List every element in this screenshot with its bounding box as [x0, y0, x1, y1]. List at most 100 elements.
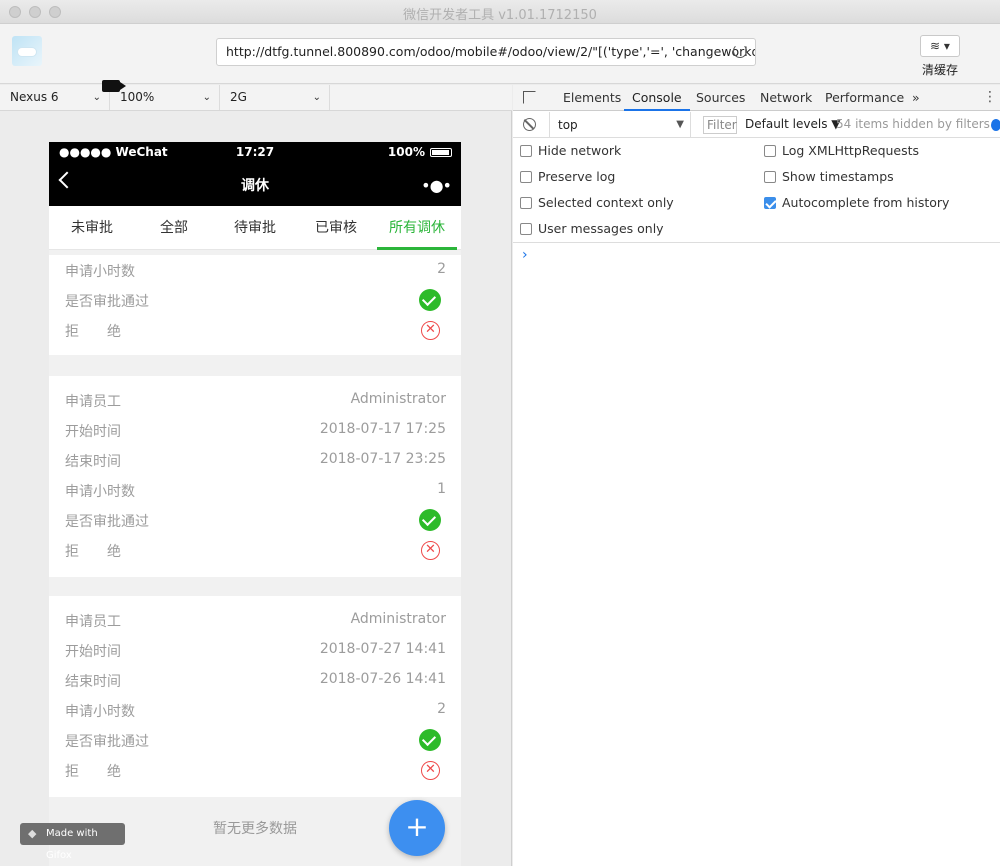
row-value: 2018-07-26 14:41 — [319, 671, 446, 687]
option-autocomplete[interactable]: Autocomplete from history — [764, 194, 949, 212]
gifox-watermark: Made with Gifox — [20, 823, 125, 861]
row-label: 结束时间 — [65, 454, 121, 470]
option-label: Selected context only — [538, 195, 674, 210]
checkbox[interactable] — [520, 223, 532, 235]
checkbox[interactable] — [764, 171, 776, 183]
card-row: 结束时间 2018-07-26 14:41 — [49, 665, 461, 695]
add-leave-button[interactable]: + — [389, 800, 445, 856]
card-row: 申请小时数 1 — [49, 475, 461, 505]
clear-cache-button[interactable]: 清缓存 — [912, 61, 968, 78]
context-select-value: top — [558, 118, 578, 132]
url-input[interactable]: http://dtfg.tunnel.800890.com/odoo/mobil… — [216, 38, 756, 66]
tab-all[interactable]: 全部 — [133, 206, 215, 250]
option-hide-network[interactable]: Hide network — [520, 142, 621, 160]
row-value: 2018-07-17 17:25 — [319, 421, 446, 437]
tab-console[interactable]: Console — [624, 85, 690, 111]
row-value: 2018-07-17 23:25 — [319, 451, 446, 467]
row-value: Administrator — [350, 391, 446, 407]
reject-circle-icon[interactable]: ✕ — [421, 761, 440, 780]
row-label: 申请小时数 — [65, 264, 135, 280]
card-row: 拒 绝 ✕ — [49, 755, 461, 785]
check-circle-icon — [419, 729, 441, 751]
option-label: Show timestamps — [782, 169, 894, 184]
option-label: Log XMLHttpRequests — [782, 143, 920, 158]
avatar[interactable] — [12, 36, 42, 66]
tab-elements[interactable]: Elements — [563, 85, 621, 111]
card-row: 拒 绝 ✕ — [49, 315, 461, 345]
filter-tabs: 未审批 全部 待审批 已审核 所有调休 — [49, 206, 461, 250]
tab-performance[interactable]: Performance — [825, 85, 904, 111]
card-row: 申请员工 Administrator — [49, 385, 461, 415]
tab-unapproved[interactable]: 未审批 — [51, 206, 133, 250]
checkbox-checked[interactable] — [764, 197, 776, 209]
option-label: Preserve log — [538, 169, 616, 184]
tab-sources[interactable]: Sources — [696, 85, 745, 111]
row-label: 是否审批通过 — [65, 294, 149, 310]
option-user-messages[interactable]: User messages only — [520, 220, 664, 238]
inspect-icon[interactable] — [523, 91, 536, 104]
row-label: 是否审批通过 — [65, 734, 149, 750]
zoom-select[interactable]: 100% ⌄ — [110, 85, 220, 110]
nav-bar: 调休 •●• — [49, 162, 461, 206]
battery-percent: 100% — [387, 145, 425, 159]
row-value: 2 — [437, 261, 446, 277]
card-row: 拒 绝 ✕ — [49, 535, 461, 565]
option-log-xhr[interactable]: Log XMLHttpRequests — [764, 142, 919, 160]
option-label: Hide network — [538, 143, 622, 158]
more-icon[interactable]: •●• — [421, 176, 452, 195]
filter-input[interactable]: Filter — [703, 116, 737, 134]
checkbox[interactable] — [520, 197, 532, 209]
row-label: 开始时间 — [65, 424, 121, 440]
levels-dropdown[interactable]: Default levels ▼ — [745, 117, 841, 131]
reject-circle-icon[interactable]: ✕ — [421, 321, 440, 340]
toolbar: http://dtfg.tunnel.800890.com/odoo/mobil… — [0, 24, 1000, 84]
tab-all-leave[interactable]: 所有调休 — [376, 206, 458, 250]
leave-card[interactable]: 申请员工 Administrator 开始时间 2018-07-17 17:25 结… — [49, 376, 461, 577]
card-row: 申请员工 Administrator — [49, 605, 461, 635]
console-filter-bar: top ▼ Filter Default levels ▼ 54 items hi… — [513, 112, 1000, 138]
option-label: User messages only — [538, 221, 664, 236]
row-label: 拒 绝 — [65, 764, 121, 780]
battery-icon — [430, 148, 452, 157]
checkbox[interactable] — [520, 145, 532, 157]
status-bar: ●●●●● WeChat 17:27 100% — [49, 142, 461, 162]
device-bar: Nexus 6 ⌄ 100% ⌄ 2G ⌄ — [0, 85, 512, 111]
tab-pending[interactable]: 待审批 — [214, 206, 296, 250]
card-row: 申请小时数 2 — [49, 695, 461, 725]
device-select[interactable]: Nexus 6 ⌄ — [0, 85, 110, 110]
option-label: Autocomplete from history — [782, 195, 950, 210]
card-row: 开始时间 2018-07-17 17:25 — [49, 415, 461, 445]
row-label: 申请小时数 — [65, 484, 135, 500]
option-preserve-log[interactable]: Preserve log — [520, 168, 615, 186]
context-select[interactable]: top ▼ — [549, 112, 691, 138]
option-show-timestamps[interactable]: Show timestamps — [764, 168, 894, 186]
card-row: 结束时间 2018-07-17 23:25 — [49, 445, 461, 475]
kebab-menu-icon[interactable]: ⋮ — [983, 89, 997, 105]
settings-icon[interactable] — [991, 119, 1000, 131]
clear-console-icon[interactable] — [523, 118, 536, 131]
leave-card[interactable]: 申请小时数 2 是否审批通过 拒 绝 ✕ — [49, 255, 461, 355]
card-row: 开始时间 2018-07-27 14:41 — [49, 635, 461, 665]
card-row: 申请小时数 2 — [49, 255, 461, 285]
option-selected-context[interactable]: Selected context only — [520, 194, 674, 212]
more-tabs-icon[interactable]: » — [912, 85, 920, 111]
tab-approved[interactable]: 已审核 — [295, 206, 377, 250]
tab-network[interactable]: Network — [760, 85, 812, 111]
layers-dropdown-button[interactable]: ≋ ▾ — [920, 35, 960, 57]
camera-icon[interactable] — [102, 80, 126, 92]
network-select-value: 2G — [230, 90, 247, 104]
console-settings: Hide network Log XMLHttpRequests Preserv… — [513, 138, 1000, 243]
console-prompt[interactable]: › — [522, 247, 528, 263]
checkbox[interactable] — [520, 171, 532, 183]
leave-card[interactable]: 申请员工 Administrator 开始时间 2018-07-27 14:41 结… — [49, 596, 461, 797]
network-select[interactable]: 2G ⌄ — [220, 85, 330, 110]
row-label: 申请员工 — [65, 394, 121, 410]
devtools-tabs: Elements Console Sources Network Perform… — [513, 85, 1000, 111]
reload-icon[interactable] — [733, 44, 747, 58]
row-value: Administrator — [350, 611, 446, 627]
checkbox[interactable] — [764, 145, 776, 157]
row-label: 拒 绝 — [65, 544, 121, 560]
row-label: 申请小时数 — [65, 704, 135, 720]
row-label: 拒 绝 — [65, 324, 121, 340]
reject-circle-icon[interactable]: ✕ — [421, 541, 440, 560]
